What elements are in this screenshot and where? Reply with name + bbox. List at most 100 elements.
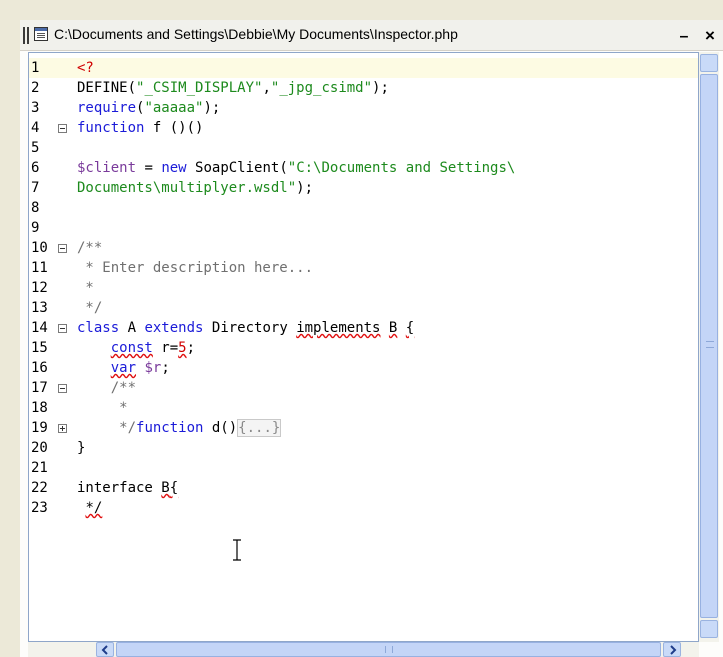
code-line: Documents\multiplyer.wsdl"); xyxy=(77,178,313,198)
line-number: 21 xyxy=(31,460,48,476)
error-token: 5 xyxy=(178,340,187,356)
keyword-token: new xyxy=(161,160,187,176)
keyword-token: class xyxy=(77,320,120,336)
line-number: 18 xyxy=(31,400,48,416)
error-token: { xyxy=(405,320,415,336)
keyword-token: function xyxy=(136,420,204,436)
variable-token: $client xyxy=(77,160,137,176)
code-line: require("aaaaa"); xyxy=(77,98,220,118)
line-number: 22 xyxy=(31,480,48,496)
comment-line: /** xyxy=(77,240,103,256)
code-token: Directory xyxy=(203,320,297,336)
drag-handle[interactable] xyxy=(27,27,29,44)
code-token: SoapClient( xyxy=(186,160,288,176)
line-number: 20 xyxy=(31,440,48,456)
scroll-grip xyxy=(706,341,714,348)
code-line: <? xyxy=(77,58,94,78)
line-number: 1 xyxy=(31,60,40,76)
code-line: interface B{ xyxy=(77,478,178,498)
close-button[interactable]: × xyxy=(701,27,719,45)
line-number: 2 xyxy=(31,80,40,96)
code-line: function f ()() xyxy=(77,118,203,138)
code-line: */function d(){...} xyxy=(77,418,282,438)
minimize-button[interactable]: – xyxy=(675,28,693,46)
scroll-grip xyxy=(385,646,393,653)
horizontal-scrollbar[interactable] xyxy=(28,642,699,657)
document-titlebar[interactable]: C:\Documents and Settings\Debbie\My Docu… xyxy=(20,20,723,51)
line-number: 12 xyxy=(31,280,48,296)
line-number-gutter: 1 2 3 4 5 6 7 8 9 10 11 12 13 14 15 16 1… xyxy=(29,53,75,641)
comment-line: */ xyxy=(77,300,103,316)
variable-token: $r xyxy=(144,360,162,376)
code-token: interface xyxy=(77,480,162,496)
line-number: 11 xyxy=(31,260,48,276)
code-token: r= xyxy=(152,340,179,356)
line-number: 14 xyxy=(31,320,48,336)
file-path-title: C:\Documents and Settings\Debbie\My Docu… xyxy=(54,26,458,42)
scroll-left-button[interactable] xyxy=(96,642,114,657)
line-number: 13 xyxy=(31,300,48,316)
code-line: */ xyxy=(77,498,102,518)
code-token: = xyxy=(136,160,162,176)
string-token: "_CSIM_DISPLAY" xyxy=(136,80,263,96)
fold-minus-icon[interactable] xyxy=(58,324,67,333)
comment-line: * Enter description here... xyxy=(77,260,314,276)
line-number: 19 xyxy=(31,420,48,436)
drag-handle[interactable] xyxy=(23,27,25,44)
text-cursor-ibeam-icon xyxy=(233,539,241,561)
code-line: const r=5; xyxy=(77,338,195,358)
line-number: 17 xyxy=(31,380,48,396)
string-token: "_jpg_csimd" xyxy=(270,80,373,96)
scroll-up-button[interactable] xyxy=(700,54,718,72)
code-token: ); xyxy=(372,80,389,96)
line-number: 23 xyxy=(31,500,48,516)
code-token: d() xyxy=(203,420,238,436)
line-number: 5 xyxy=(31,140,40,156)
error-token: implements xyxy=(296,320,381,336)
fold-minus-icon[interactable] xyxy=(58,124,67,133)
folded-block[interactable]: {...} xyxy=(237,419,282,437)
scroll-down-button[interactable] xyxy=(700,620,718,638)
code-token: ; xyxy=(186,340,196,356)
string-token: "C:\Documents and Settings\ xyxy=(287,160,516,176)
fold-minus-icon[interactable] xyxy=(58,384,67,393)
comment-line: * xyxy=(77,280,94,296)
fold-plus-icon[interactable] xyxy=(58,424,67,433)
code-editor[interactable]: 1 2 3 4 5 6 7 8 9 10 11 12 13 14 15 16 1… xyxy=(28,52,699,642)
keyword-token: require xyxy=(77,100,137,116)
php-open-tag: <? xyxy=(77,60,94,76)
editor-window: C:\Documents and Settings\Debbie\My Docu… xyxy=(20,20,723,657)
string-token: Documents\multiplyer.wsdl" xyxy=(77,180,297,196)
vertical-scroll-thumb[interactable] xyxy=(700,74,718,618)
code-token: A xyxy=(119,320,145,336)
line-number: 16 xyxy=(31,360,48,376)
comment-token: */ xyxy=(77,420,137,436)
vertical-scrollbar[interactable] xyxy=(699,52,719,642)
scroll-right-button[interactable] xyxy=(663,642,681,657)
line-number: 15 xyxy=(31,340,48,356)
error-token: B xyxy=(161,480,170,496)
keyword-token: function xyxy=(77,120,145,136)
code-token: , xyxy=(262,80,271,96)
chevron-left-icon xyxy=(101,645,108,655)
line-number: 8 xyxy=(31,200,40,216)
code-line: } xyxy=(77,440,86,456)
code-token: DEFINE( xyxy=(77,80,137,96)
code-token: ; xyxy=(161,360,170,376)
string-token: "aaaaa" xyxy=(144,100,204,116)
error-token: */ xyxy=(85,500,103,516)
line-number: 6 xyxy=(31,160,40,176)
horizontal-scroll-thumb[interactable] xyxy=(116,642,661,657)
line-number: 9 xyxy=(31,220,40,236)
fold-minus-icon[interactable] xyxy=(58,244,67,253)
current-line-highlight xyxy=(29,58,698,78)
error-token: var xyxy=(110,360,137,376)
chevron-right-icon xyxy=(670,645,677,655)
keyword-token: extends xyxy=(144,320,204,336)
error-token: { xyxy=(169,480,179,496)
code-line: var $r; xyxy=(77,358,170,378)
line-number: 7 xyxy=(31,180,40,196)
